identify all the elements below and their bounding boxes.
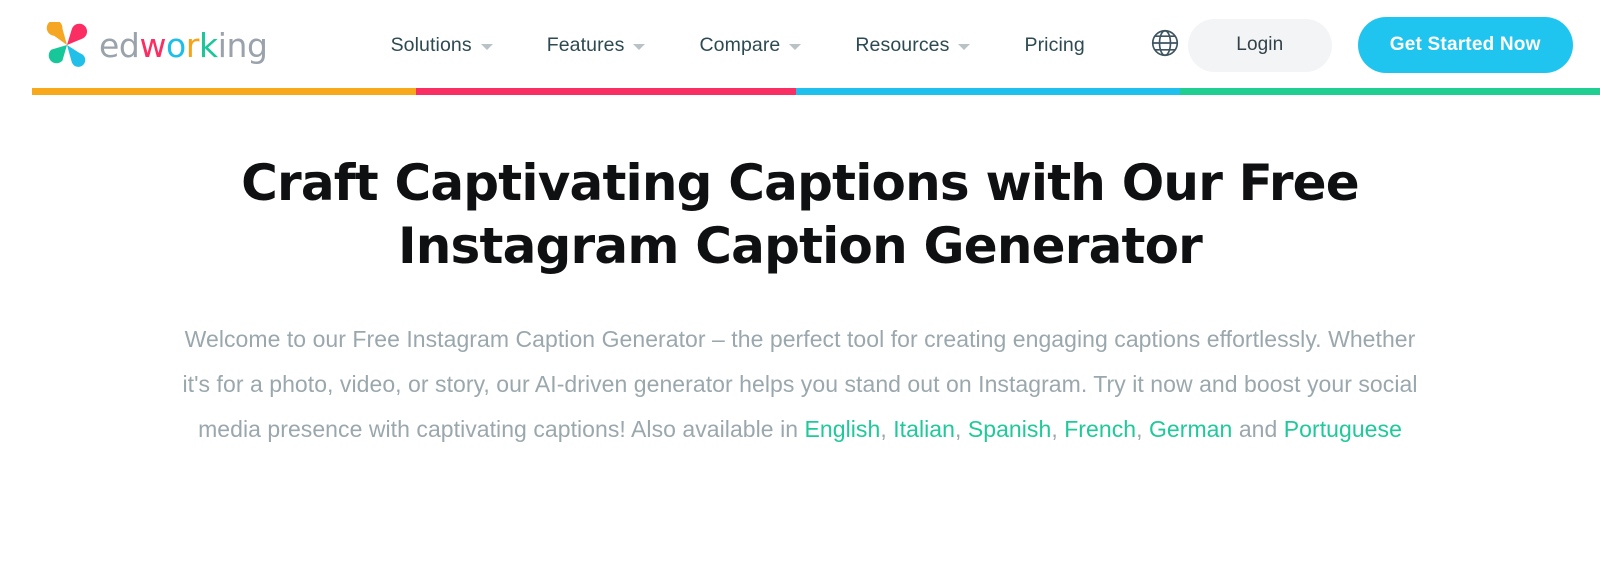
- globe-icon: [1149, 27, 1181, 64]
- hero-description-text: ,: [954, 415, 968, 442]
- nav-item-pricing[interactable]: Pricing: [997, 24, 1111, 67]
- page-title: Craft Captivating Captions with Our Free…: [241, 154, 1360, 275]
- chevron-down-icon: [789, 43, 802, 50]
- nav-label-resources: Resources: [855, 33, 950, 56]
- wordmark-seg-r: r: [185, 25, 200, 65]
- language-selector-button[interactable]: [1142, 22, 1188, 68]
- chevron-down-icon: [958, 43, 971, 50]
- accent-bar-segment-orange: [32, 88, 417, 95]
- chevron-down-icon: [633, 43, 646, 50]
- language-link-german[interactable]: German: [1149, 416, 1232, 442]
- nav-item-solutions[interactable]: Solutions: [364, 24, 520, 67]
- nav-label-solutions: Solutions: [390, 33, 472, 56]
- wordmark-seg-ed: ed: [99, 25, 140, 65]
- hero-description-text: and: [1232, 415, 1284, 442]
- language-link-italian[interactable]: Italian: [893, 416, 955, 442]
- nav-item-resources[interactable]: Resources: [828, 24, 997, 67]
- accent-bar-segment-cyan: [795, 88, 1180, 95]
- language-link-portuguese[interactable]: Portuguese: [1284, 416, 1402, 442]
- chevron-down-icon: [480, 43, 493, 50]
- accent-bar-segment-pink: [416, 88, 796, 95]
- wordmark-seg-w: w: [139, 25, 167, 65]
- language-link-english[interactable]: English: [805, 416, 881, 442]
- hero-description: Welcome to our Free Instagram Caption Ge…: [170, 317, 1430, 452]
- language-link-spanish[interactable]: Spanish: [968, 416, 1051, 442]
- nav-label-pricing: Pricing: [1024, 33, 1085, 56]
- nav-label-compare: Compare: [699, 33, 781, 56]
- wordmark-seg-k: k: [199, 25, 218, 65]
- wordmark-seg-ing: ing: [217, 25, 268, 65]
- header-actions: Login Get Started Now: [1187, 17, 1573, 73]
- accent-bar-segment-green: [1179, 88, 1600, 95]
- hero-description-text: ,: [1051, 415, 1065, 442]
- nav-label-features: Features: [546, 33, 625, 56]
- nav-item-features[interactable]: Features: [520, 24, 673, 67]
- nav-item-compare[interactable]: Compare: [672, 24, 828, 67]
- edworking-pinwheel-logo-icon: [44, 20, 90, 68]
- accent-color-bar: [32, 88, 1600, 95]
- language-link-french[interactable]: French: [1064, 416, 1136, 442]
- hero-description-text: ,: [880, 415, 894, 442]
- hero-description-text: ,: [1136, 415, 1149, 442]
- page-root: ed w o r k ing Solutions Features Compare Res…: [0, 0, 1600, 584]
- login-button[interactable]: Login: [1187, 18, 1332, 72]
- main-navigation: Solutions Features Compare Resources Pri…: [364, 22, 1188, 68]
- wordmark-seg-o: o: [166, 25, 186, 65]
- site-header: ed w o r k ing Solutions Features Compare Res…: [0, 0, 1600, 90]
- get-started-button[interactable]: Get Started Now: [1357, 17, 1573, 73]
- logo-link[interactable]: ed w o r k ing: [44, 20, 268, 68]
- logo-wordmark: ed w o r k ing: [99, 29, 268, 62]
- hero-section: Craft Captivating Captions with Our Free…: [0, 90, 1600, 452]
